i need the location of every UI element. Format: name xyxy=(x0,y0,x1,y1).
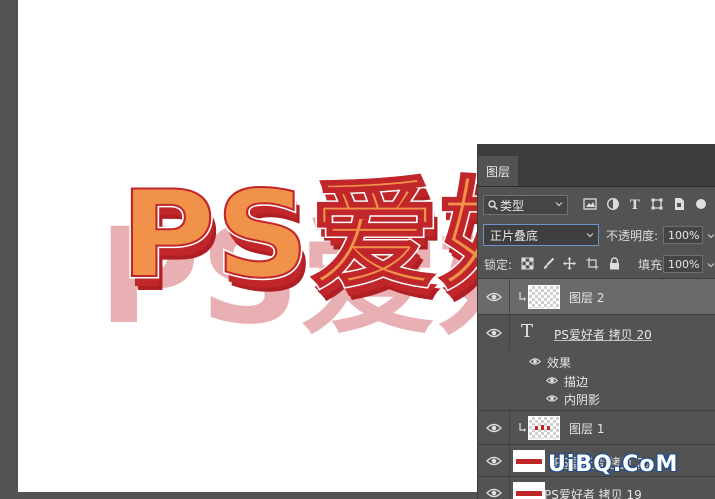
divider xyxy=(509,315,510,350)
artboard-icon[interactable] xyxy=(586,257,599,270)
clip-arrow-icon xyxy=(519,423,526,432)
chevron-down-icon xyxy=(555,202,563,207)
layer-thumbnail xyxy=(528,285,560,309)
eye-icon[interactable] xyxy=(486,455,502,467)
eye-icon[interactable] xyxy=(486,487,502,499)
divider xyxy=(509,411,510,444)
layer-name[interactable]: 图层 2 xyxy=(569,289,604,306)
filter-kind-select[interactable]: 类型 xyxy=(483,195,568,215)
brush-icon[interactable] xyxy=(542,257,555,270)
layer-row-copy-19[interactable]: PS爱好者 拷贝 19 xyxy=(478,476,715,499)
thumbnail-mark xyxy=(535,425,550,430)
layer-effects-group: 效果 描边 内阴影 xyxy=(478,350,715,410)
chevron-down-icon[interactable] xyxy=(706,260,715,270)
tab-layers[interactable]: 图层 xyxy=(478,156,518,186)
blend-row: 正片叠底 不透明度: 100% xyxy=(478,222,715,248)
opacity-input[interactable]: 100% xyxy=(663,226,703,244)
lock-label: 锁定: xyxy=(484,258,513,272)
divider xyxy=(509,445,510,476)
divider xyxy=(509,477,510,499)
eye-icon[interactable] xyxy=(486,291,502,303)
panel-top-bar[interactable] xyxy=(478,144,715,156)
panel-tab-bar: 图层 xyxy=(478,156,715,187)
layer-thumbnail xyxy=(513,482,545,499)
layers-panel: 图层 类型 T 正片叠底 不透明度: 100% 锁定: 填充: 100% 图层 … xyxy=(477,144,715,499)
text-layer-icon: T xyxy=(521,321,534,342)
clip-arrow-icon xyxy=(519,292,526,301)
eye-icon[interactable] xyxy=(546,394,558,403)
layer-row-layer-2[interactable]: 图层 2 xyxy=(478,278,715,314)
opacity-label: 不透明度: xyxy=(606,229,659,243)
chevron-down-icon[interactable] xyxy=(706,231,715,241)
effects-label[interactable]: 效果 xyxy=(547,354,571,371)
filter-kind-label: 类型 xyxy=(500,198,525,213)
effect-inner-shadow[interactable]: 内阴影 xyxy=(564,391,600,408)
lock-icon[interactable] xyxy=(608,257,621,270)
divider xyxy=(509,279,510,314)
thumbnail-mark xyxy=(516,459,542,464)
layer-name[interactable]: 图层 1 xyxy=(569,420,604,437)
chevron-down-icon xyxy=(586,233,594,238)
move-icon[interactable] xyxy=(563,257,576,270)
image-filter-icon[interactable] xyxy=(583,197,597,211)
search-icon xyxy=(488,200,498,210)
blend-mode-select[interactable]: 正片叠底 xyxy=(483,224,599,246)
filter-row: 类型 T xyxy=(478,192,715,218)
layer-row-text[interactable]: T PS爱好者 拷贝 20 xyxy=(478,314,715,350)
layer-row-layer-1[interactable]: 图层 1 xyxy=(478,410,715,444)
layer-name[interactable]: PS爱好者 拷贝 19 xyxy=(544,486,642,499)
eye-icon[interactable] xyxy=(529,357,541,366)
eye-icon[interactable] xyxy=(546,376,558,385)
thumbnail-mark xyxy=(516,491,542,496)
smart-object-filter-icon[interactable] xyxy=(672,197,686,211)
eye-icon[interactable] xyxy=(486,422,502,434)
site-watermark: UiBQ.CoM xyxy=(548,452,679,477)
layer-name[interactable]: PS爱好者 拷贝 20 xyxy=(554,326,652,343)
eye-icon[interactable] xyxy=(486,327,502,339)
shape-filter-icon[interactable] xyxy=(650,197,664,211)
layer-thumbnail xyxy=(513,450,545,472)
fill-input[interactable]: 100% xyxy=(663,255,703,273)
fill-label: 填充: xyxy=(638,258,667,272)
text-filter-icon[interactable]: T xyxy=(628,197,642,211)
svg-text:T: T xyxy=(630,198,640,211)
effect-stroke[interactable]: 描边 xyxy=(564,373,588,390)
blend-mode-value: 正片叠底 xyxy=(490,228,539,243)
adjustment-filter-icon[interactable] xyxy=(606,197,620,211)
lock-row: 锁定: 填充: 100% xyxy=(478,252,715,276)
filter-toggle-icon[interactable] xyxy=(694,197,708,211)
lock-pixels-icon[interactable] xyxy=(521,257,534,270)
layer-thumbnail xyxy=(528,416,560,440)
